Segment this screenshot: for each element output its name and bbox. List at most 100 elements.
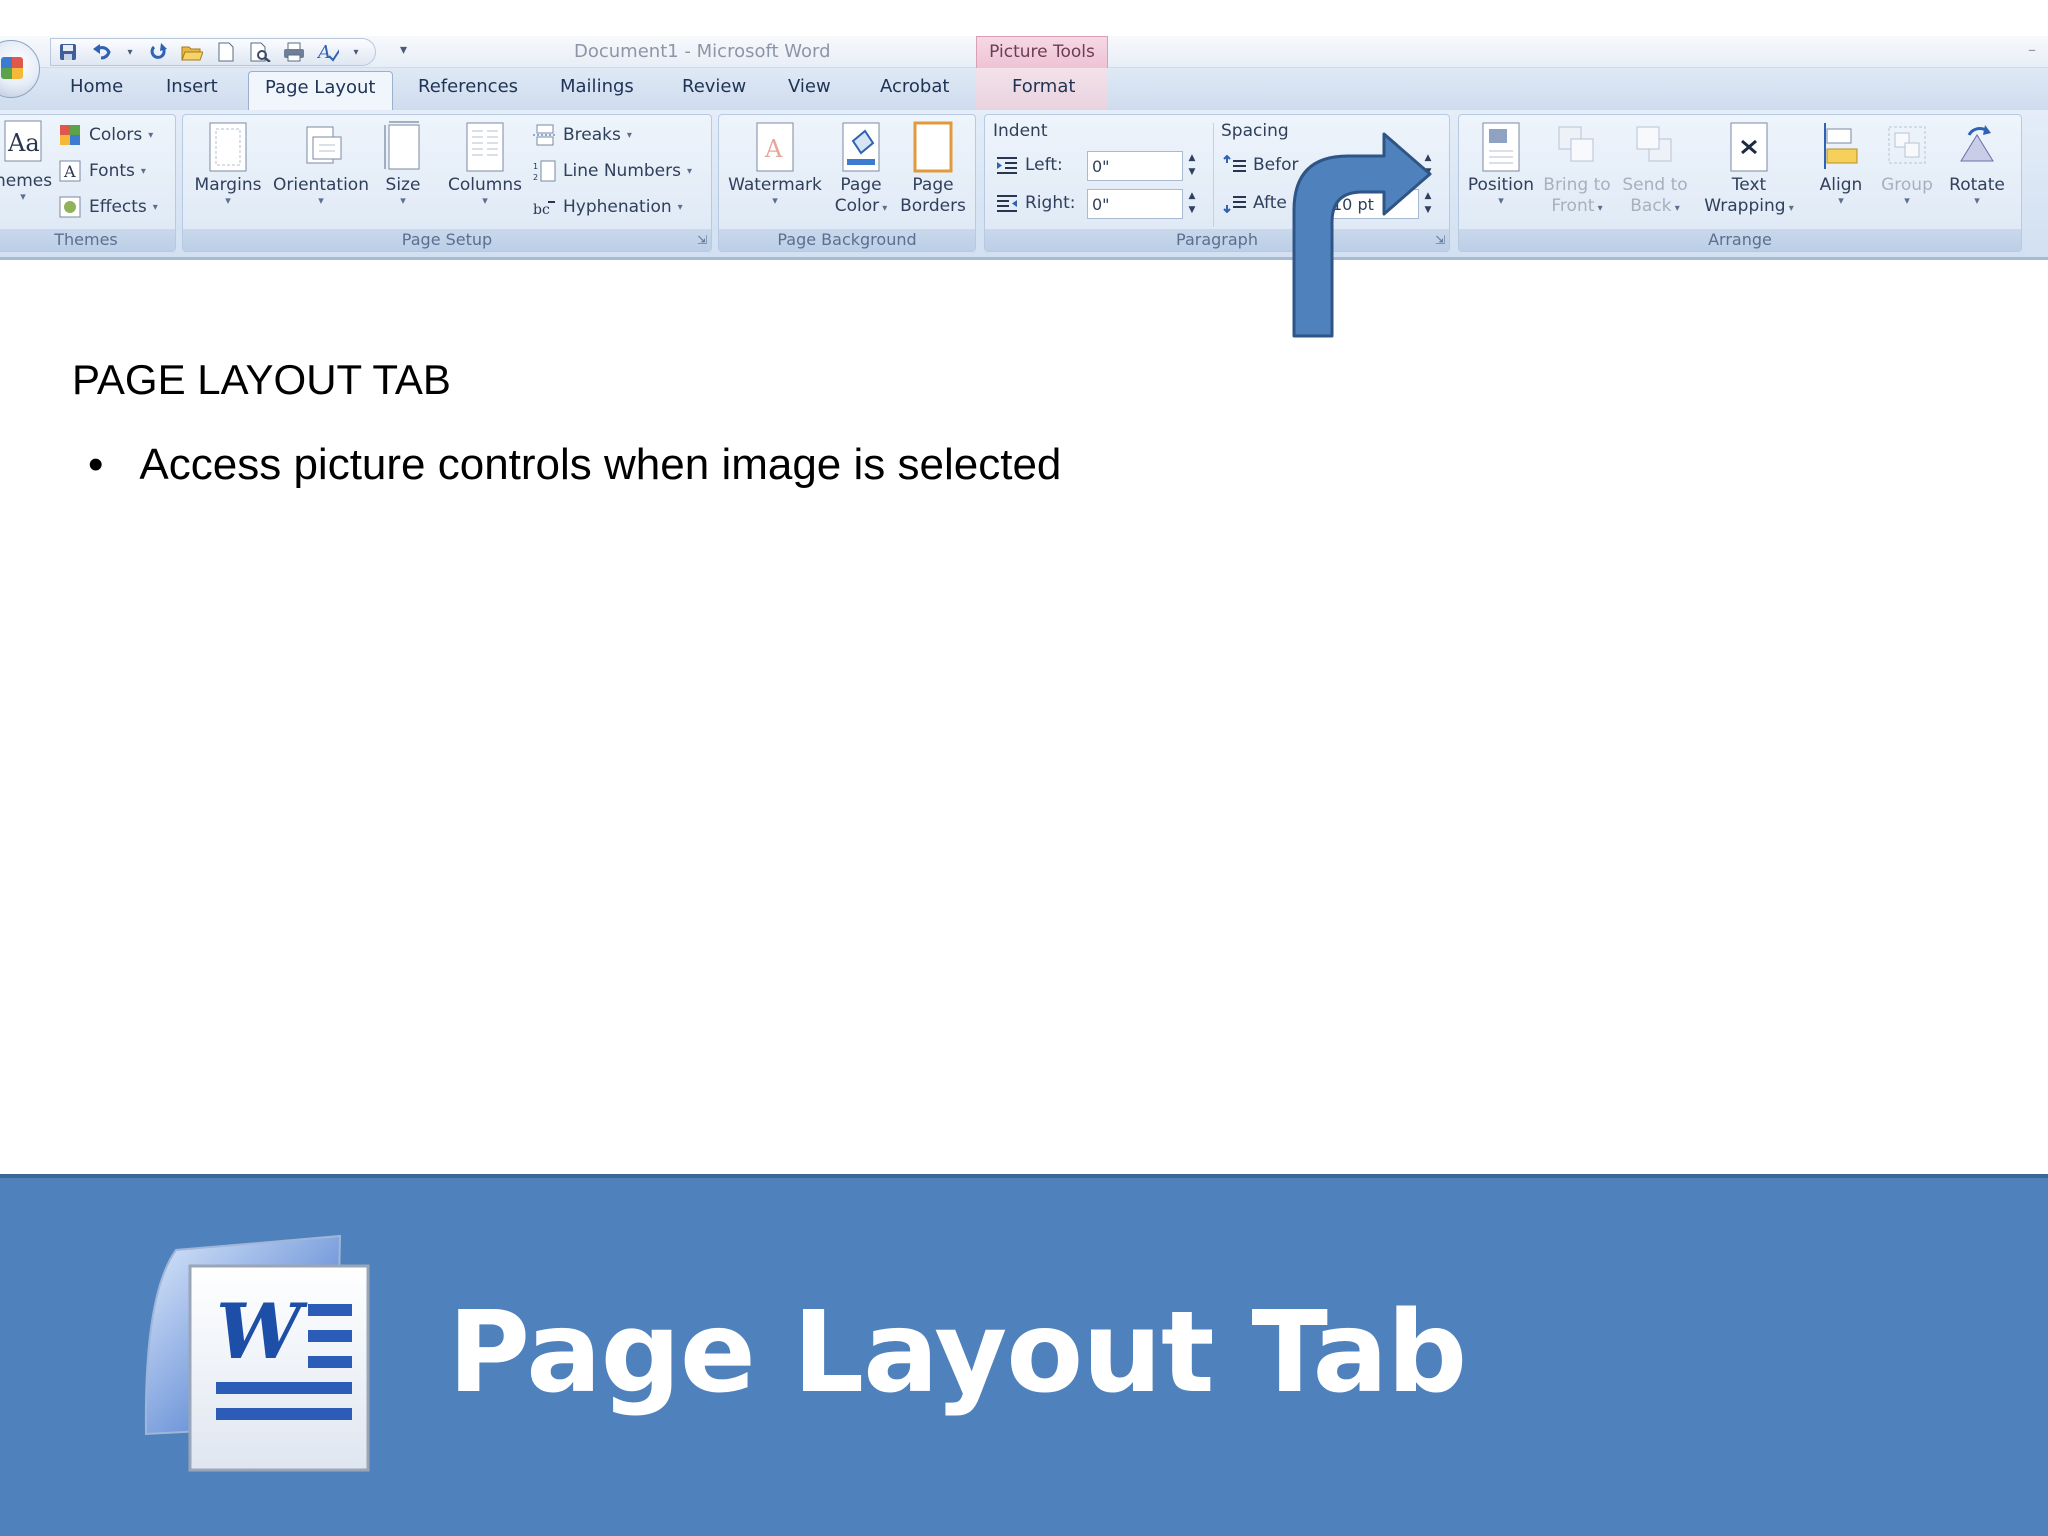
spelling-icon[interactable]: A [317,42,339,62]
callout-arrow-icon [1292,132,1432,338]
breaks-button[interactable]: Breaks ▾ [533,119,632,151]
svg-text:A: A [764,135,783,163]
svg-text:A: A [63,162,76,181]
indent-right-icon [997,195,1017,212]
page-background-group-label: Page Background [719,229,975,251]
colors-icon [60,125,80,145]
page-borders-icon [913,121,953,173]
bring-to-front-icon [1558,126,1594,162]
indent-right-spinner-icon[interactable]: ▲ ▼ [1185,189,1199,219]
fonts-button[interactable]: A Fonts ▾ [59,155,146,187]
themes-button[interactable]: Aa hemes ▾ [0,117,52,202]
effects-icon [59,196,81,218]
spelling-dropdown-icon[interactable]: ▾ [351,42,361,62]
group-icon [1888,126,1926,164]
redo-icon[interactable] [147,42,169,62]
tab-format[interactable]: Format [1012,76,1075,97]
tab-references[interactable]: References [418,76,518,97]
indent-left-input[interactable] [1087,151,1183,181]
new-document-icon[interactable] [215,42,237,62]
hyphenation-icon: bc [533,201,555,218]
rotate-icon [1960,125,1994,162]
spacing-after-label: Afte [1223,193,1287,213]
page-background-group: A Watermark ▾ Page Color ▾ Page Borders … [718,114,976,252]
line-numbers-icon: 12 [533,160,556,182]
hyphenation-button[interactable]: bc Hyphenation ▾ [533,191,683,223]
arrange-group-label: Arrange [1459,229,2021,251]
colors-button[interactable]: Colors ▾ [59,119,153,151]
position-icon [1482,122,1520,172]
open-icon[interactable] [181,42,203,62]
bullet-glyph: • [88,440,104,489]
page-setup-group-label: Page Setup [183,229,711,251]
undo-dropdown-icon[interactable]: ▾ [125,42,135,62]
indent-left-spinner-icon[interactable]: ▲ ▼ [1185,151,1199,181]
title-bar: ▾ A ▾ ▾ Document1 - Microsoft Word Pictu [0,36,2048,68]
spacing-before-icon [1223,155,1246,172]
align-button[interactable]: Align ▾ [1809,121,1873,206]
text-wrapping-button[interactable]: Text Wrapping ▾ [1695,121,1803,219]
spacing-before-label: Befor [1223,155,1299,175]
line-numbers-button[interactable]: 12 Line Numbers ▾ [533,155,692,187]
spacing-after-icon [1223,196,1246,213]
group-button[interactable]: Group ▾ [1875,121,1939,206]
tab-view[interactable]: View [788,76,831,97]
size-button[interactable]: Size ▾ [379,121,427,206]
effects-button[interactable]: Effects ▾ [59,191,158,223]
themes-icon: Aa [4,120,42,162]
title-banner: W Page Layout Tab [0,1174,2048,1536]
undo-icon[interactable] [91,42,113,62]
office-logo-icon [1,57,23,79]
columns-button[interactable]: Columns ▾ [445,121,525,206]
indent-heading: Indent [993,121,1048,141]
orientation-icon [306,126,342,164]
themes-group-label: Themes [0,229,175,251]
tab-home[interactable]: Home [70,76,123,97]
indent-left-label: Left: [995,155,1063,175]
tab-review[interactable]: Review [682,76,746,97]
fonts-icon: A [59,160,81,182]
page-borders-button[interactable]: Page Borders [897,121,969,217]
svg-text:W: W [216,1287,308,1376]
banner-title: Page Layout Tab [448,1288,1467,1418]
bring-to-front-button[interactable]: Bring to Front ▾ [1539,121,1615,219]
ribbon-body: Aa hemes ▾ Colors ▾ A Fonts ▾ Effects ▾ The… [0,110,2048,260]
themes-group: Aa hemes ▾ Colors ▾ A Fonts ▾ Effects ▾ The… [0,114,176,252]
minimize-icon[interactable]: – [2028,40,2036,59]
print-preview-icon[interactable] [249,42,271,62]
spacing-heading: Spacing [1221,121,1289,141]
margins-icon [209,122,247,172]
tab-page-layout[interactable]: Page Layout [248,71,393,111]
orientation-button[interactable]: Orientation ▾ [269,121,373,206]
customize-qat-icon[interactable]: ▾ [400,42,407,58]
watermark-button[interactable]: A Watermark ▾ [727,121,823,206]
save-icon[interactable] [57,42,79,62]
page-setup-group: Margins ▾ Orientation ▾ Size ▾ Columns ▾… [182,114,712,252]
tab-acrobat[interactable]: Acrobat [880,76,949,97]
margins-button[interactable]: Margins ▾ [193,121,263,206]
page-setup-launcher-icon[interactable]: ⇲ [697,233,707,247]
word-ribbon-screenshot: ▾ A ▾ ▾ Document1 - Microsoft Word Pictu [0,36,2048,268]
columns-icon [466,122,504,172]
svg-text:2: 2 [533,173,538,182]
position-button[interactable]: Position ▾ [1465,121,1537,206]
size-icon [384,121,420,170]
send-to-back-button[interactable]: Send to Back ▾ [1617,121,1693,219]
word-logo-icon: W [144,1234,370,1472]
watermark-icon: A [756,122,794,172]
rotate-button[interactable]: Rotate ▾ [1941,121,2013,206]
indent-right-input[interactable] [1087,189,1183,219]
text-wrapping-icon [1730,122,1768,172]
arrange-group: Position ▾ Bring to Front ▾ Send to Back… [1458,114,2022,252]
tab-mailings[interactable]: Mailings [560,76,634,97]
tab-insert[interactable]: Insert [166,76,218,97]
breaks-icon [533,124,557,146]
svg-text:Aa: Aa [7,129,40,157]
slide-heading: PAGE LAYOUT TAB [72,356,451,403]
bullet-list-item: • Access picture controls when image is … [88,440,1061,490]
svg-text:bc: bc [533,202,550,218]
svg-text:A: A [317,42,331,62]
indent-left-icon [997,157,1017,174]
print-icon[interactable] [283,42,305,62]
page-color-button[interactable]: Page Color ▾ [829,121,893,219]
